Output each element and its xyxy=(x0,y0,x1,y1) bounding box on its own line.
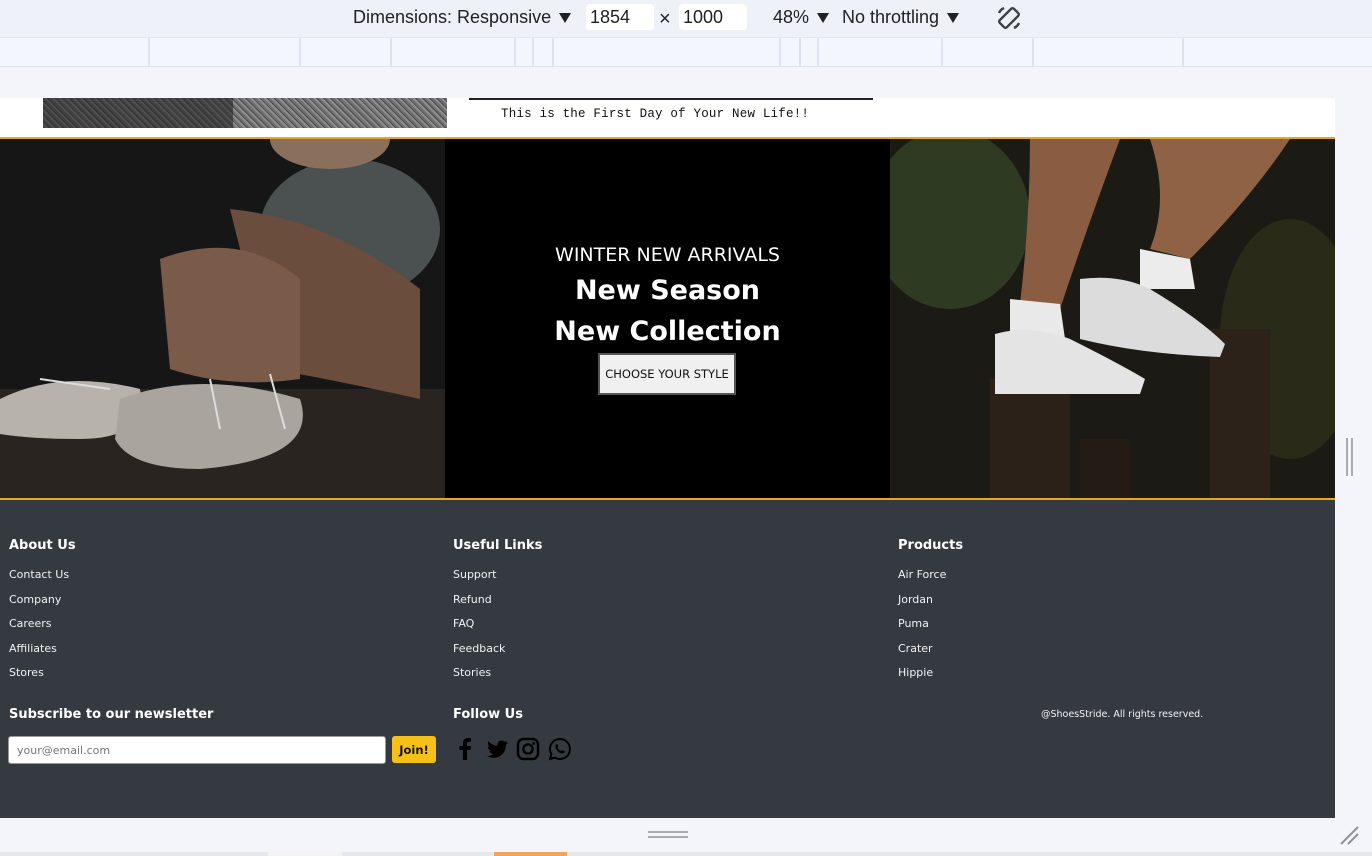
dimensions-label: Dimensions: Responsive xyxy=(353,7,552,27)
bottom-resize-handle[interactable] xyxy=(648,836,688,838)
ruler-tick[interactable] xyxy=(779,38,781,67)
banner-title-line2: New Collection xyxy=(554,316,781,347)
footer-link-feedback[interactable]: Feedback xyxy=(453,637,542,662)
instagram-icon[interactable] xyxy=(515,736,541,762)
footer-link-stores[interactable]: Stores xyxy=(9,661,76,686)
ruler-tick[interactable] xyxy=(941,38,943,67)
zoom-dropdown[interactable]: 48% xyxy=(773,7,830,28)
zoom-label: 48% xyxy=(773,7,810,27)
height-input[interactable] xyxy=(679,4,747,30)
footer-link-crater[interactable]: Crater xyxy=(898,637,963,662)
ruler-tick[interactable] xyxy=(299,38,301,67)
bottom-resize-handle[interactable] xyxy=(648,831,688,833)
footer-link-air-force[interactable]: Air Force xyxy=(898,563,963,588)
rotate-icon[interactable] xyxy=(995,4,1023,32)
footer-link-support[interactable]: Support xyxy=(453,563,542,588)
footer-link-faq[interactable]: FAQ xyxy=(453,612,542,637)
devtools-toolbar: Dimensions: Responsive × 48% No throttli… xyxy=(0,0,1372,37)
status-segment xyxy=(494,852,567,856)
choose-style-button[interactable]: CHOOSE YOUR STYLE xyxy=(598,353,736,395)
ruler-tick[interactable] xyxy=(514,38,516,67)
granite-image xyxy=(43,98,447,128)
corner-resize-icon[interactable] xyxy=(1338,824,1360,846)
facebook-icon[interactable] xyxy=(452,736,478,762)
ruler-tick[interactable] xyxy=(552,38,554,67)
ruler-tick[interactable] xyxy=(1032,38,1034,67)
banner-title-line1: New Season xyxy=(574,275,761,306)
footer-heading: Useful Links xyxy=(453,538,543,553)
status-line xyxy=(0,852,1372,856)
media-query-ruler xyxy=(0,37,1372,67)
hero-strip: This is the First Day of Your New Life!! xyxy=(0,98,1335,139)
bottom-resize-area xyxy=(0,818,1372,856)
times-sign: × xyxy=(659,8,671,30)
footer-link-stories[interactable]: Stories xyxy=(453,661,542,686)
side-resize-handle[interactable] xyxy=(1346,438,1348,476)
ruler-tick[interactable] xyxy=(532,38,534,67)
footer-link-affiliates[interactable]: Affiliates xyxy=(9,637,76,662)
newsletter-title: Subscribe to our newsletter xyxy=(9,707,214,722)
page-viewport: This is the First Day of Your New Life!!… xyxy=(0,98,1335,818)
ruler-tick[interactable] xyxy=(148,38,150,67)
dimensions-dropdown[interactable]: Dimensions: Responsive xyxy=(353,7,572,28)
divider xyxy=(469,98,873,100)
newsletter-email-input[interactable] xyxy=(8,736,386,764)
footer-heading: About Us xyxy=(9,538,76,553)
footer-column-about: About Us Contact Us Company Careers Affi… xyxy=(9,538,76,686)
promo-banner: WINTER NEW ARRIVALS New Season New Colle… xyxy=(0,139,1335,500)
footer-column-useful: Useful Links Support Refund FAQ Feedback… xyxy=(453,538,542,686)
banner-center-panel: WINTER NEW ARRIVALS New Season New Colle… xyxy=(445,139,890,498)
ruler-tick[interactable] xyxy=(799,38,801,67)
sneaker-lacing-photo xyxy=(0,139,445,498)
footer-link-hippie[interactable]: Hippie xyxy=(898,661,963,686)
ruler-tick[interactable] xyxy=(817,38,819,67)
join-button[interactable]: Join! xyxy=(392,736,436,763)
banner-subtitle: WINTER NEW ARRIVALS xyxy=(555,244,780,266)
sneaker-jump-photo xyxy=(890,139,1335,498)
throttling-dropdown[interactable]: No throttling xyxy=(842,7,960,28)
footer-link-refund[interactable]: Refund xyxy=(453,588,542,613)
copyright-text: @ShoesStride. All rights reserved. xyxy=(1041,709,1204,720)
footer-link-contact[interactable]: Contact Us xyxy=(9,563,76,588)
footer-link-company[interactable]: Company xyxy=(9,588,76,613)
follow-us-title: Follow Us xyxy=(453,707,523,722)
footer-heading: Products xyxy=(898,538,964,553)
footer-link-puma[interactable]: Puma xyxy=(898,612,963,637)
chevron-down-icon xyxy=(559,12,572,23)
footer-link-careers[interactable]: Careers xyxy=(9,612,76,637)
chevron-down-icon xyxy=(817,12,830,23)
width-input[interactable] xyxy=(586,4,654,30)
footer-link-jordan[interactable]: Jordan xyxy=(898,588,963,613)
ruler-tick[interactable] xyxy=(1182,38,1184,67)
chevron-down-icon xyxy=(947,12,960,23)
throttling-label: No throttling xyxy=(842,7,940,27)
ruler-tick[interactable] xyxy=(390,38,392,67)
site-footer: About Us Contact Us Company Careers Affi… xyxy=(0,500,1335,818)
twitter-icon[interactable] xyxy=(484,736,510,762)
footer-column-products: Products Air Force Jordan Puma Crater Hi… xyxy=(898,538,963,686)
side-resize-handle[interactable] xyxy=(1351,438,1353,476)
whatsapp-icon[interactable] xyxy=(547,736,573,762)
status-segment xyxy=(268,852,342,856)
hero-tagline: This is the First Day of Your New Life!! xyxy=(501,107,810,121)
